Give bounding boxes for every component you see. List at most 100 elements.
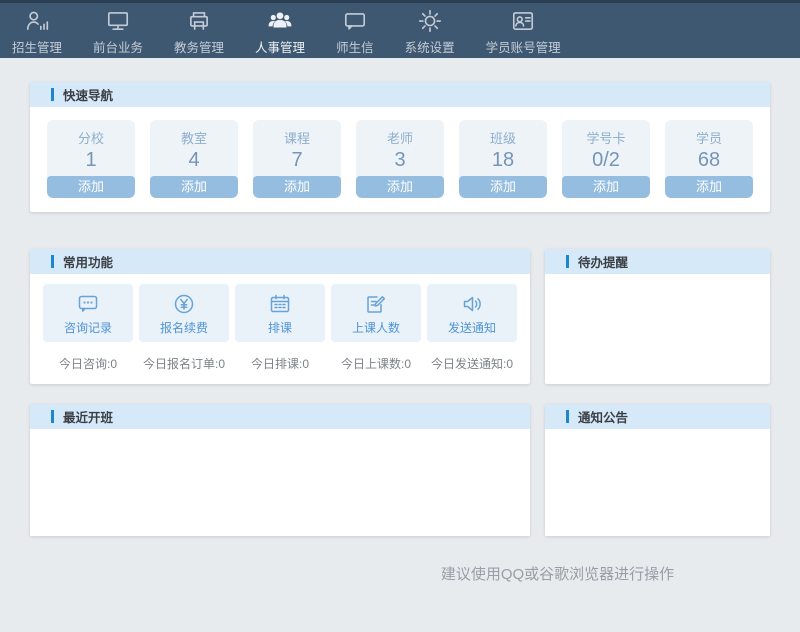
- nav-item-student-accounts[interactable]: 学员账号管理: [484, 6, 563, 56]
- chat-dots-icon: [76, 291, 100, 317]
- printer-icon: [186, 8, 212, 34]
- accent-bar: [51, 410, 54, 423]
- quick-card-label: 学员: [665, 120, 753, 147]
- common-functions-body: 咨询记录 今日咨询:0 报名续费 今日报名订单:0: [30, 274, 530, 384]
- quick-card-value: 4: [150, 147, 238, 176]
- quick-nav-header: 快速导航: [30, 82, 770, 107]
- function-send-notice: 发送通知 今日发送通知:0: [427, 284, 517, 384]
- nav-item-personnel[interactable]: 人事管理: [253, 6, 307, 56]
- panel-title: 待办提醒: [578, 252, 628, 271]
- nav-item-academic[interactable]: 教务管理: [172, 6, 226, 56]
- quick-nav-body: 分校 1 添加 教室 4 添加 课程 7 添加 老师 3 添加 班级 1: [30, 107, 770, 212]
- panel-title: 通知公告: [578, 407, 628, 426]
- accent-bar: [566, 255, 569, 268]
- quick-card-course: 课程 7 添加: [253, 120, 341, 198]
- panel-title: 快速导航: [63, 85, 113, 104]
- quick-card-branch: 分校 1 添加: [47, 120, 135, 198]
- function-consult-records: 咨询记录 今日咨询:0: [43, 284, 133, 384]
- nav-item-admissions[interactable]: 招生管理: [10, 6, 64, 56]
- quick-card-label: 课程: [253, 120, 341, 147]
- quick-card-value: 68: [665, 147, 753, 176]
- add-class-button[interactable]: 添加: [459, 176, 547, 198]
- add-student-button[interactable]: 添加: [665, 176, 753, 198]
- recent-classes-body: [30, 429, 530, 536]
- monitor-icon: [105, 8, 131, 34]
- quick-card-value: 0/2: [562, 147, 650, 176]
- quick-nav-panel: 快速导航 分校 1 添加 教室 4 添加 课程 7 添加 老师 3 添加: [30, 82, 770, 212]
- function-label: 发送通知: [448, 319, 496, 336]
- function-stat: 今日咨询:0: [59, 355, 117, 384]
- nav-item-label: 人事管理: [255, 37, 305, 56]
- function-stat: 今日发送通知:0: [431, 355, 513, 384]
- schedule-button[interactable]: 排课: [235, 284, 325, 342]
- people-group-icon: [267, 8, 293, 34]
- function-stat: 今日排课:0: [251, 355, 309, 384]
- nav-item-settings[interactable]: 系统设置: [403, 6, 457, 56]
- function-label: 咨询记录: [64, 319, 112, 336]
- accent-bar: [51, 88, 54, 101]
- function-schedule: 排课 今日排课:0: [235, 284, 325, 384]
- panel-title: 常用功能: [63, 252, 113, 271]
- nav-item-label: 系统设置: [405, 37, 455, 56]
- yuan-circle-icon: [172, 291, 196, 317]
- quick-card-label: 老师: [356, 120, 444, 147]
- chat-bubble-icon: [342, 8, 368, 34]
- quick-card-label: 班级: [459, 120, 547, 147]
- todo-reminders-header: 待办提醒: [545, 249, 770, 274]
- attendance-button[interactable]: 上课人数: [331, 284, 421, 342]
- accent-bar: [566, 410, 569, 423]
- id-card-icon: [510, 8, 536, 34]
- nav-item-label: 前台业务: [93, 37, 143, 56]
- panel-title: 最近开班: [63, 407, 113, 426]
- add-branch-button[interactable]: 添加: [47, 176, 135, 198]
- function-label: 上课人数: [352, 319, 400, 336]
- quick-card-label: 教室: [150, 120, 238, 147]
- enroll-renew-button[interactable]: 报名续费: [139, 284, 229, 342]
- todo-reminders-body: [545, 274, 770, 381]
- quick-card-classroom: 教室 4 添加: [150, 120, 238, 198]
- speaker-icon: [460, 291, 484, 317]
- nav-item-label: 学员账号管理: [486, 37, 561, 56]
- function-stat: 今日上课数:0: [341, 355, 411, 384]
- add-course-button[interactable]: 添加: [253, 176, 341, 198]
- function-stat: 今日报名订单:0: [143, 355, 225, 384]
- recent-classes-panel: 最近开班: [30, 404, 530, 536]
- person-stats-icon: [24, 8, 50, 34]
- common-functions-header: 常用功能: [30, 249, 530, 274]
- add-student-card-button[interactable]: 添加: [562, 176, 650, 198]
- quick-card-value: 7: [253, 147, 341, 176]
- quick-card-student-card: 学号卡 0/2 添加: [562, 120, 650, 198]
- quick-card-class: 班级 18 添加: [459, 120, 547, 198]
- nav-item-label: 师生信: [336, 37, 374, 56]
- recent-classes-header: 最近开班: [30, 404, 530, 429]
- function-label: 报名续费: [160, 319, 208, 336]
- quick-card-label: 学号卡: [562, 120, 650, 147]
- common-functions-panel: 常用功能 咨询记录: [30, 249, 530, 384]
- todo-reminders-panel: 待办提醒: [545, 249, 770, 384]
- quick-card-student: 学员 68 添加: [665, 120, 753, 198]
- browser-tip-text: 建议使用QQ或谷歌浏览器进行操作: [30, 563, 770, 584]
- nav-item-label: 教务管理: [174, 37, 224, 56]
- quick-card-value: 3: [356, 147, 444, 176]
- function-enroll-renew: 报名续费 今日报名订单:0: [139, 284, 229, 384]
- gear-icon: [417, 8, 443, 34]
- quick-card-value: 1: [47, 147, 135, 176]
- notice-header: 通知公告: [545, 404, 770, 429]
- consult-records-button[interactable]: 咨询记录: [43, 284, 133, 342]
- nav-item-frontdesk[interactable]: 前台业务: [91, 6, 145, 56]
- add-classroom-button[interactable]: 添加: [150, 176, 238, 198]
- quick-card-teacher: 老师 3 添加: [356, 120, 444, 198]
- notice-panel: 通知公告: [545, 404, 770, 536]
- calendar-icon: [268, 291, 292, 317]
- nav-item-messages[interactable]: 师生信: [334, 6, 376, 56]
- accent-bar: [51, 255, 54, 268]
- quick-card-value: 18: [459, 147, 547, 176]
- function-attendance: 上课人数 今日上课数:0: [331, 284, 421, 384]
- quick-card-label: 分校: [47, 120, 135, 147]
- add-teacher-button[interactable]: 添加: [356, 176, 444, 198]
- send-notice-button[interactable]: 发送通知: [427, 284, 517, 342]
- function-label: 排课: [268, 319, 292, 336]
- edit-list-icon: [364, 291, 388, 317]
- top-navigation-bar: 招生管理 前台业务 教务管理: [0, 0, 800, 58]
- notice-body: [545, 429, 770, 536]
